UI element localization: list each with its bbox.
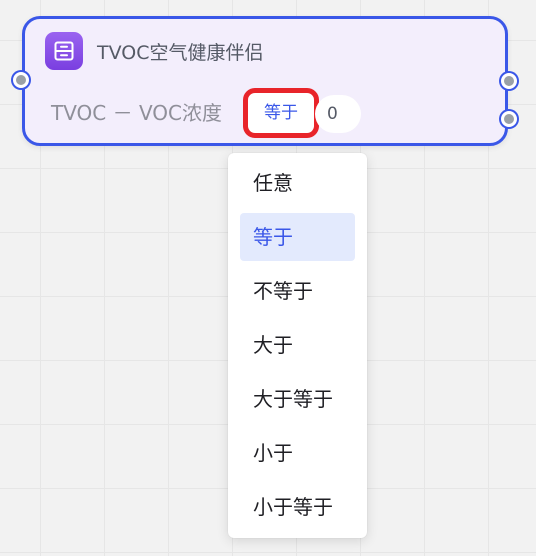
storage-drawer-icon [45,32,83,70]
input-connection-handle[interactable] [13,72,29,88]
dropdown-item-any[interactable]: 任意 [240,159,355,207]
dropdown-item-not-equal[interactable]: 不等于 [240,267,355,315]
node-title: TVOC空气健康伴侣 [97,42,264,64]
output-connection-handle-bottom[interactable] [501,111,517,127]
operator-select[interactable]: 等于 [243,88,319,138]
dropdown-item-less[interactable]: 小于 [240,429,355,477]
dropdown-item-less-equal[interactable]: 小于等于 [240,483,355,531]
dropdown-item-greater-equal[interactable]: 大于等于 [240,375,355,423]
output-connection-handle-top[interactable] [501,73,517,89]
value-input[interactable]: 0 [315,95,361,133]
device-node-card[interactable]: TVOC空气健康伴侣 TVOC － VOC浓度 等于 0 [22,16,508,146]
operator-select-value: 等于 [264,103,298,123]
dropdown-item-equal[interactable]: 等于 [240,213,355,261]
storage-drawer-icon-svg [54,41,74,61]
condition-label: TVOC － VOC浓度 [51,101,223,125]
operator-dropdown-menu: 任意 等于 不等于 大于 大于等于 小于 小于等于 [228,153,367,538]
dropdown-item-greater[interactable]: 大于 [240,321,355,369]
